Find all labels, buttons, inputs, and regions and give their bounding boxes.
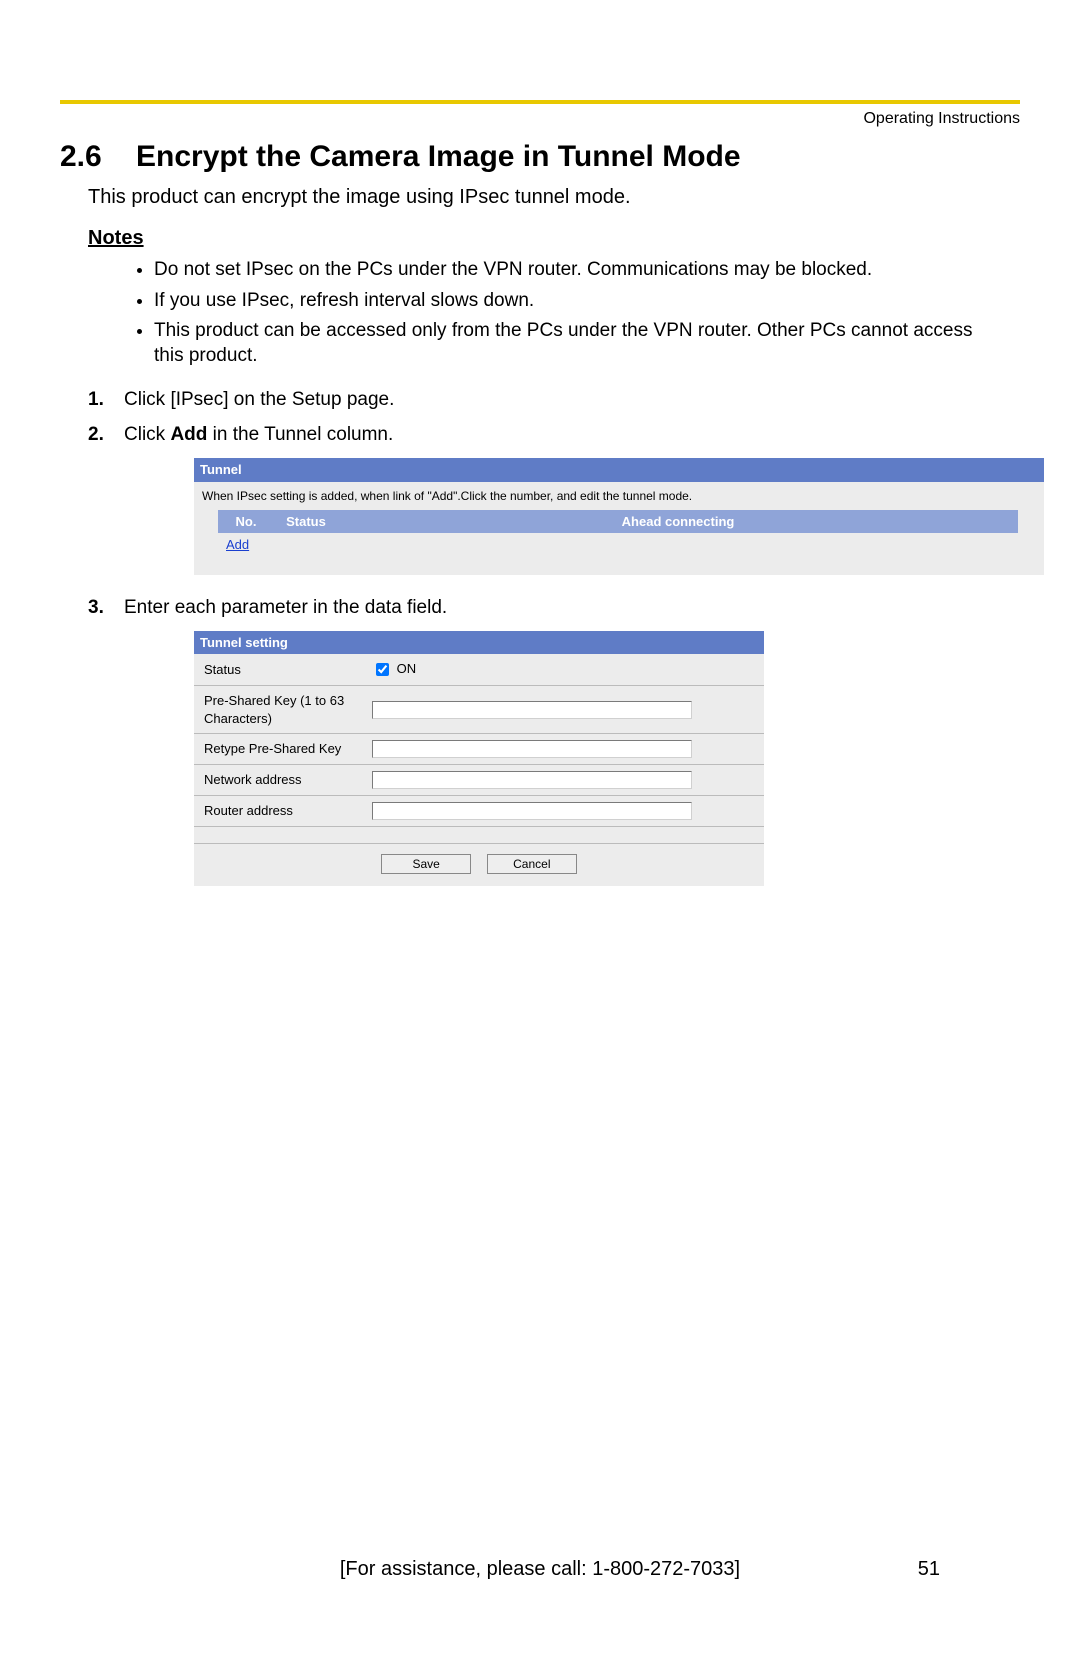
router-address-label: Router address bbox=[194, 796, 364, 827]
save-button[interactable]: Save bbox=[381, 854, 471, 874]
col-no: No. bbox=[218, 510, 274, 534]
section-heading: 2.6Encrypt the Camera Image in Tunnel Mo… bbox=[60, 140, 1020, 174]
table-row: Add bbox=[218, 533, 1018, 557]
tunnel-panel: Tunnel When IPsec setting is added, when… bbox=[194, 458, 1044, 575]
notes-heading: Notes bbox=[88, 227, 1020, 250]
section-title: Encrypt the Camera Image in Tunnel Mode bbox=[136, 140, 741, 173]
top-rule bbox=[60, 100, 1020, 104]
note-item: Do not set IPsec on the PCs under the VP… bbox=[154, 258, 980, 283]
status-checkbox[interactable] bbox=[376, 663, 389, 676]
page-number: 51 bbox=[918, 1558, 940, 1581]
tunnel-panel-title: Tunnel bbox=[194, 458, 1044, 482]
status-label: Status bbox=[194, 654, 364, 686]
steps-list: Click [IPsec] on the Setup page. Click A… bbox=[88, 387, 1020, 886]
section-number: 2.6 bbox=[60, 140, 136, 174]
step-2: Click Add in the Tunnel column. Tunnel W… bbox=[88, 422, 1020, 574]
psk-label: Pre-Shared Key (1 to 63 Characters) bbox=[194, 686, 364, 734]
network-address-input[interactable] bbox=[372, 771, 692, 789]
cancel-button[interactable]: Cancel bbox=[487, 854, 577, 874]
col-status: Status bbox=[274, 510, 338, 534]
step-3: Enter each parameter in the data field. … bbox=[88, 595, 1020, 886]
note-item: This product can be accessed only from t… bbox=[154, 319, 980, 368]
note-item: If you use IPsec, refresh interval slows… bbox=[154, 289, 980, 314]
tunnel-setting-title: Tunnel setting bbox=[194, 631, 764, 655]
retype-psk-label: Retype Pre-Shared Key bbox=[194, 734, 364, 765]
network-address-label: Network address bbox=[194, 765, 364, 796]
button-row: Save Cancel bbox=[194, 843, 764, 886]
notes-list: Do not set IPsec on the PCs under the VP… bbox=[126, 258, 1020, 369]
col-ahead: Ahead connecting bbox=[338, 510, 1018, 534]
router-address-input[interactable] bbox=[372, 802, 692, 820]
psk-input[interactable] bbox=[372, 701, 692, 719]
tunnel-setting-panel: Tunnel setting Status ON Pre-Shared Key … bbox=[194, 631, 764, 887]
intro-text: This product can encrypt the image using… bbox=[88, 186, 1020, 209]
header-label: Operating Instructions bbox=[60, 110, 1020, 128]
retype-psk-input[interactable] bbox=[372, 740, 692, 758]
tunnel-description: When IPsec setting is added, when link o… bbox=[194, 482, 1044, 510]
status-checkbox-text: ON bbox=[397, 661, 417, 676]
add-link[interactable]: Add bbox=[226, 537, 249, 552]
tunnel-table: No. Status Ahead connecting Add bbox=[218, 510, 1018, 557]
step-1: Click [IPsec] on the Setup page. bbox=[88, 387, 1020, 413]
